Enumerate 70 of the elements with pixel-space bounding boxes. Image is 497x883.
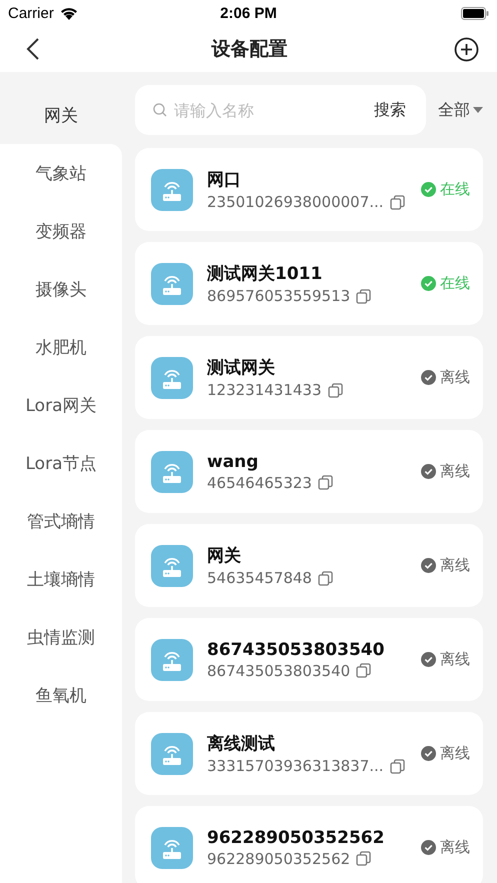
device-name: 测试网关 xyxy=(207,357,276,379)
status-label: 离线 xyxy=(440,650,470,669)
device-name: 测试网关1011 xyxy=(207,263,324,285)
filter-dropdown[interactable]: 全部 xyxy=(438,100,483,120)
device-serial: 23501026938000007... xyxy=(207,193,384,211)
search-field[interactable]: 请输入名称 搜索 xyxy=(135,85,426,135)
device-card[interactable]: 网口 23501026938000007... 在线 xyxy=(135,148,483,231)
battery-icon xyxy=(460,6,489,20)
router-icon xyxy=(151,826,193,868)
copy-icon[interactable] xyxy=(356,851,372,866)
page-title: 设备配置 xyxy=(212,37,288,62)
category-item[interactable]: Lora节点 xyxy=(0,434,122,492)
device-name: 网口 xyxy=(207,169,242,191)
device-serial: 33315703936313837... xyxy=(207,757,384,775)
status-label: 离线 xyxy=(440,744,470,763)
device-card[interactable]: 867435053803540 867435053803540 离线 xyxy=(135,618,483,701)
category-item[interactable]: 水肥机 xyxy=(0,318,122,376)
category-item[interactable]: 变频器 xyxy=(0,202,122,260)
router-icon xyxy=(151,450,193,492)
wifi-icon xyxy=(58,6,79,20)
device-card[interactable]: 测试网关1011 869576053559513 在线 xyxy=(135,242,483,325)
copy-icon[interactable] xyxy=(356,663,372,678)
device-name: wang xyxy=(207,452,260,472)
status-label: 在线 xyxy=(440,180,470,199)
category-item[interactable]: 土壤墒情 xyxy=(0,550,122,608)
status-label: 离线 xyxy=(440,462,470,481)
device-card[interactable]: 测试网关 123231431433 离线 xyxy=(135,336,483,419)
device-serial: 46546465323 xyxy=(207,474,312,492)
device-name: 962289050352562 xyxy=(207,828,386,848)
add-button[interactable] xyxy=(453,36,479,62)
copy-icon[interactable] xyxy=(390,194,405,210)
device-serial: 962289050352562 xyxy=(207,850,350,868)
search-button[interactable]: 搜索 xyxy=(374,100,406,120)
copy-icon[interactable] xyxy=(318,570,333,586)
category-item[interactable]: 网关 xyxy=(0,86,122,144)
router-icon xyxy=(151,356,193,398)
category-item[interactable]: 管式墒情 xyxy=(0,492,122,550)
router-icon xyxy=(151,168,193,210)
search-icon xyxy=(153,103,167,117)
router-icon xyxy=(151,544,193,586)
category-item[interactable]: 摄像头 xyxy=(0,260,122,318)
copy-icon[interactable] xyxy=(390,758,405,774)
router-icon xyxy=(151,732,193,774)
status-label: 离线 xyxy=(440,368,470,387)
device-serial: 123231431433 xyxy=(207,381,322,399)
status-label: 在线 xyxy=(440,274,470,293)
caret-icon xyxy=(473,107,483,113)
device-name: 离线测试 xyxy=(207,733,276,755)
category-item[interactable]: Lora网关 xyxy=(0,376,122,434)
carrier-label: Carrier xyxy=(8,4,54,22)
device-serial: 869576053559513 xyxy=(207,287,350,305)
device-card[interactable]: wang 46546465323 离线 xyxy=(135,430,483,513)
device-card[interactable]: 网关 54635457848 离线 xyxy=(135,524,483,607)
router-icon xyxy=(151,638,193,680)
clock-time: 2:06 PM xyxy=(220,4,277,22)
device-card[interactable]: 962289050352562 962289050352562 离线 xyxy=(135,806,483,883)
status-label: 离线 xyxy=(440,838,470,857)
category-item[interactable]: 鱼氧机 xyxy=(0,666,122,724)
device-name: 867435053803540 xyxy=(207,640,386,660)
category-item[interactable]: 气象站 xyxy=(0,144,122,202)
copy-icon[interactable] xyxy=(318,475,333,490)
device-serial: 54635457848 xyxy=(207,569,312,587)
device-name: 网关 xyxy=(207,545,242,567)
category-item[interactable]: 虫情监测 xyxy=(0,608,122,666)
copy-icon[interactable] xyxy=(328,382,343,398)
device-card[interactable]: 离线测试 33315703936313837... 离线 xyxy=(135,712,483,795)
status-label: 离线 xyxy=(440,556,470,575)
router-icon xyxy=(151,262,193,304)
copy-icon[interactable] xyxy=(356,288,372,304)
device-serial: 867435053803540 xyxy=(207,662,350,680)
